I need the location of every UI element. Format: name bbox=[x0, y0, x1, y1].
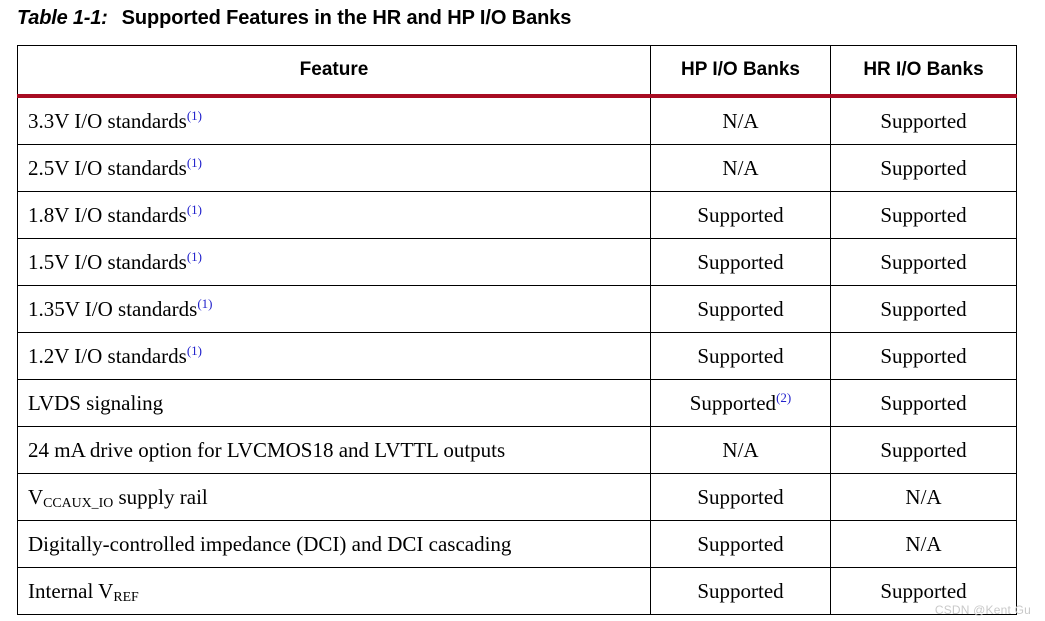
column-header-hr-io-banks: HR I/O Banks bbox=[830, 45, 1017, 98]
footnote-marker: (1) bbox=[186, 201, 203, 217]
cell-value: Supported bbox=[880, 155, 967, 180]
hr-io-banks-cell: N/A bbox=[830, 520, 1017, 568]
feature-cell: Digitally-controlled impedance (DCI) and… bbox=[17, 520, 651, 568]
hp-io-banks-cell: Supported bbox=[650, 473, 831, 521]
cell-value: Supported bbox=[880, 437, 967, 462]
table-row: 1.2V I/O standards(1) Supported Supported bbox=[17, 332, 1017, 380]
feature-cell: Internal VREF bbox=[17, 567, 651, 615]
cell-value: N/A bbox=[722, 155, 759, 180]
feature-cell: VCCAUX_IO supply rail bbox=[17, 473, 651, 521]
feature-label: 3.3V I/O standards bbox=[28, 108, 187, 133]
table-row: 2.5V I/O standards(1) N/A Supported bbox=[17, 144, 1017, 192]
table-row: 24 mA drive option for LVCMOS18 and LVTT… bbox=[17, 426, 1017, 474]
feature-cell: 24 mA drive option for LVCMOS18 and LVTT… bbox=[17, 426, 651, 474]
cell-value: Supported bbox=[880, 296, 967, 321]
cell-value: Supported bbox=[697, 249, 784, 274]
hp-io-banks-cell: N/A bbox=[650, 426, 831, 474]
table-body: 3.3V I/O standards(1) N/A Supported 2.5V I/… bbox=[17, 96, 1017, 615]
hr-io-banks-cell: Supported bbox=[830, 238, 1017, 286]
feature-cell: 1.2V I/O standards(1) bbox=[17, 332, 651, 380]
feature-label: V bbox=[28, 484, 44, 509]
cell-value: Supported bbox=[880, 390, 967, 415]
cell-value: Supported bbox=[880, 249, 967, 274]
feature-label: 1.8V I/O standards bbox=[28, 202, 187, 227]
cell-value: N/A bbox=[722, 437, 759, 462]
hp-io-banks-cell: Supported bbox=[650, 332, 831, 380]
feature-label: Digitally-controlled impedance (DCI) and… bbox=[28, 531, 512, 556]
table-caption-title: Supported Features in the HR and HP I/O … bbox=[121, 7, 572, 29]
cell-value: N/A bbox=[905, 484, 942, 509]
feature-label: 24 mA drive option for LVCMOS18 and LVTT… bbox=[28, 437, 506, 462]
feature-label: 2.5V I/O standards bbox=[28, 155, 187, 180]
feature-subscript: CCAUX_IO bbox=[43, 495, 114, 511]
footnote-marker: (1) bbox=[186, 107, 203, 123]
cell-value: N/A bbox=[722, 108, 759, 133]
footnote-marker: (2) bbox=[776, 389, 792, 405]
watermark: CSDN @Kent Gu bbox=[934, 603, 1031, 617]
feature-cell: 2.5V I/O standards(1) bbox=[17, 144, 651, 192]
footnote-marker: (1) bbox=[186, 154, 203, 170]
table-row: LVDS signaling Supported(2) Supported bbox=[17, 379, 1017, 427]
table-row: 1.8V I/O standards(1) Supported Supported bbox=[17, 191, 1017, 239]
table-row: 3.3V I/O standards(1) N/A Supported bbox=[17, 96, 1017, 145]
hr-io-banks-cell: Supported bbox=[830, 96, 1017, 145]
hr-io-banks-cell: N/A bbox=[830, 473, 1017, 521]
hp-io-banks-cell: Supported bbox=[650, 238, 831, 286]
feature-subscript: REF bbox=[113, 589, 139, 605]
feature-cell: 1.8V I/O standards(1) bbox=[17, 191, 651, 239]
cell-value: Supported bbox=[697, 484, 784, 509]
footnote-marker: (1) bbox=[186, 248, 203, 264]
feature-label: 1.2V I/O standards bbox=[28, 343, 187, 368]
table-row: 1.35V I/O standards(1) Supported Supported bbox=[17, 285, 1017, 333]
hr-io-banks-cell: Supported bbox=[830, 285, 1017, 333]
cell-value: Supported bbox=[697, 296, 784, 321]
hr-io-banks-cell: Supported bbox=[830, 191, 1017, 239]
cell-value: Supported bbox=[697, 343, 784, 368]
feature-label: LVDS signaling bbox=[28, 390, 164, 415]
hp-io-banks-cell: Supported bbox=[650, 520, 831, 568]
hr-io-banks-cell: Supported bbox=[830, 144, 1017, 192]
hp-io-banks-cell: N/A bbox=[650, 96, 831, 145]
hp-io-banks-cell: Supported bbox=[650, 567, 831, 615]
cell-value: Supported bbox=[880, 578, 967, 603]
table-row: Digitally-controlled impedance (DCI) and… bbox=[17, 520, 1017, 568]
column-header-hp-io-banks: HP I/O Banks bbox=[650, 45, 831, 98]
table-row: Internal VREF Supported Supported bbox=[17, 567, 1017, 615]
feature-label: 1.35V I/O standards bbox=[28, 296, 198, 321]
cell-value: Supported bbox=[697, 202, 784, 227]
cell-value: Supported bbox=[880, 202, 967, 227]
feature-label: 1.5V I/O standards bbox=[28, 249, 187, 274]
hr-io-banks-cell: Supported bbox=[830, 332, 1017, 380]
cell-value: Supported bbox=[880, 343, 967, 368]
column-header-feature: Feature bbox=[17, 45, 651, 98]
table-caption: Table 1-1: Supported Features in the HR … bbox=[17, 7, 571, 35]
hr-io-banks-cell: Supported bbox=[830, 379, 1017, 427]
table-caption-label: Table 1-1: bbox=[17, 7, 108, 29]
table-container: Feature HP I/O Banks HR I/O Banks 3.3V I… bbox=[17, 45, 1017, 615]
footnote-marker: (1) bbox=[197, 295, 213, 311]
supported-features-table: Feature HP I/O Banks HR I/O Banks 3.3V I… bbox=[17, 45, 1017, 615]
table-row: VCCAUX_IO supply rail Supported N/A bbox=[17, 473, 1017, 521]
hr-io-banks-cell: Supported bbox=[830, 426, 1017, 474]
feature-label: Internal V bbox=[28, 578, 114, 603]
feature-label-tail: supply rail bbox=[113, 484, 208, 509]
hp-io-banks-cell: Supported bbox=[650, 285, 831, 333]
hp-io-banks-cell: N/A bbox=[650, 144, 831, 192]
feature-cell: 1.35V I/O standards(1) bbox=[17, 285, 651, 333]
cell-value: Supported bbox=[880, 108, 967, 133]
cell-value: N/A bbox=[905, 531, 942, 556]
cell-value: Supported bbox=[697, 531, 784, 556]
table-row: 1.5V I/O standards(1) Supported Supported bbox=[17, 238, 1017, 286]
footnote-marker: (1) bbox=[186, 342, 203, 358]
table-header-row: Feature HP I/O Banks HR I/O Banks bbox=[17, 45, 1017, 98]
feature-cell: 1.5V I/O standards(1) bbox=[17, 238, 651, 286]
cell-value: Supported bbox=[689, 390, 777, 415]
table-header: Feature HP I/O Banks HR I/O Banks bbox=[17, 45, 1017, 98]
feature-cell: LVDS signaling bbox=[17, 379, 651, 427]
hp-io-banks-cell: Supported(2) bbox=[650, 379, 831, 427]
feature-cell: 3.3V I/O standards(1) bbox=[17, 96, 651, 145]
hp-io-banks-cell: Supported bbox=[650, 191, 831, 239]
cell-value: Supported bbox=[697, 578, 784, 603]
